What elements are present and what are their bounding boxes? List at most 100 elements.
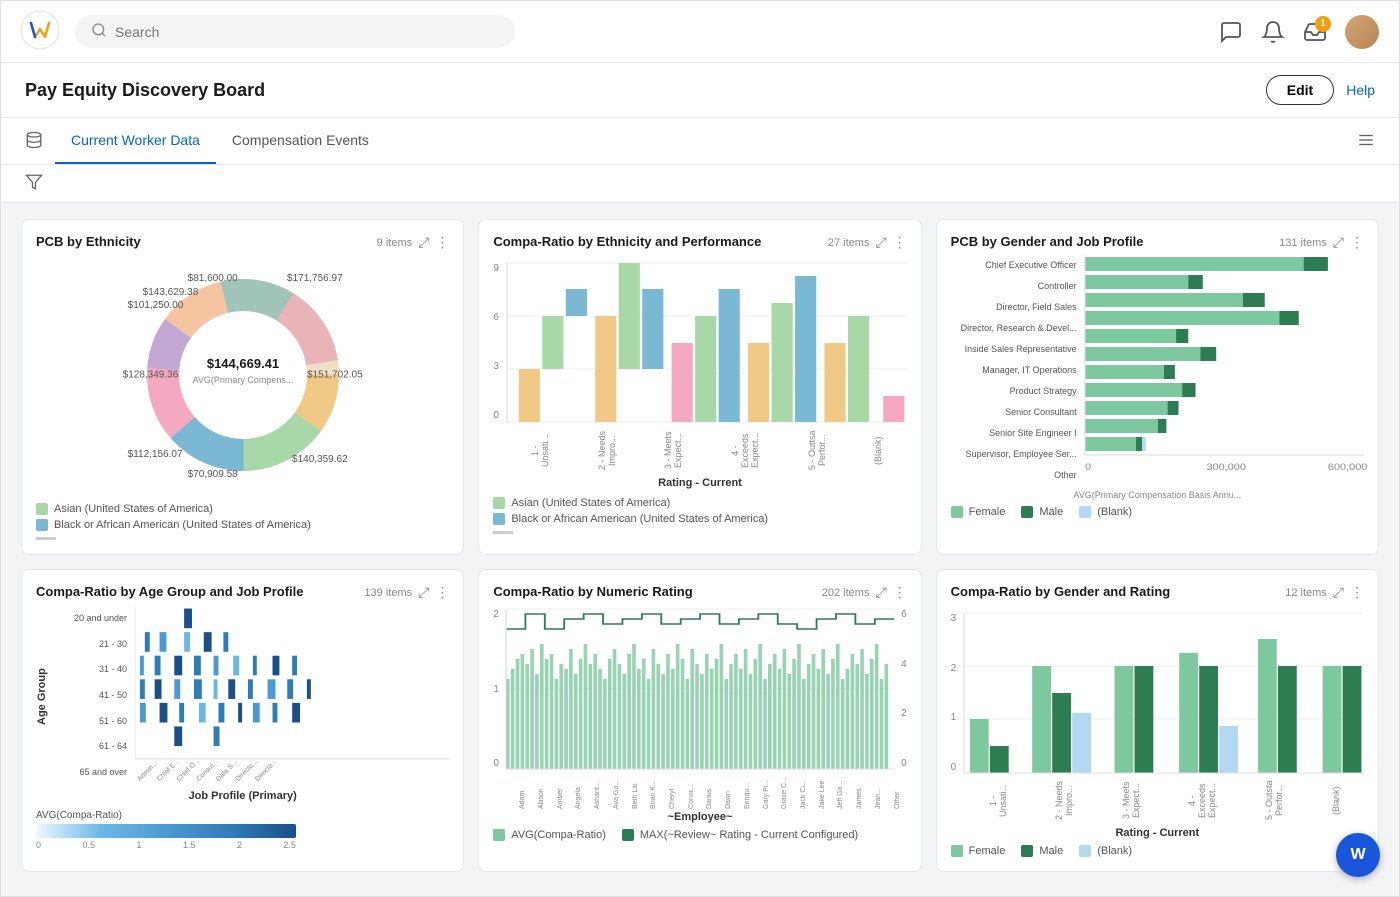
compa-numeric-chart: 210 xyxy=(493,605,906,823)
hbar-svg: 0 300,000 600,000 xyxy=(1085,255,1364,485)
pcb-gender-expand[interactable]: ⤢ xyxy=(1333,234,1344,251)
legend-label-asian: Asian (United States of America) xyxy=(54,503,213,515)
page-title: Pay Equity Discovery Board xyxy=(25,80,265,101)
compa-numeric-more[interactable]: ⋮ xyxy=(893,584,907,601)
search-input[interactable] xyxy=(115,24,499,40)
compa-ethnicity-x-title: Rating - Current xyxy=(493,477,906,489)
header-actions: Edit Help xyxy=(1266,75,1375,105)
compa-gender-x-title: Rating - Current xyxy=(951,827,1364,839)
filter-bar xyxy=(1,165,1399,203)
inbox-icon[interactable]: 1 xyxy=(1303,20,1327,44)
top-nav: 1 xyxy=(1,1,1399,63)
ring-label-tl2: $143,629.38 xyxy=(143,287,199,298)
ring-label-r: $151,702.05 xyxy=(307,370,363,381)
legend-dot-asian xyxy=(36,503,48,515)
tab-current-worker-data[interactable]: Current Worker Data xyxy=(55,118,216,164)
compa-numeric-expand[interactable]: ⤢ xyxy=(875,584,886,601)
pcb-gender-title: PCB by Gender and Job Profile xyxy=(951,234,1144,249)
pcb-ethnicity-card: PCB by Ethnicity 9 items ⤢ ⋮ xyxy=(21,219,464,555)
compa-age-count: 139 items xyxy=(364,587,412,599)
compa-numeric-legend: AVG(Compa-Ratio) MAX(~Review~ Rating - C… xyxy=(493,829,906,841)
pcb-gender-card: PCB by Gender and Job Profile 131 items … xyxy=(936,219,1379,555)
nav-right: 1 xyxy=(1219,15,1379,49)
compa-age-card: Compa-Ratio by Age Group and Job Profile… xyxy=(21,569,464,872)
ring-label-l2: $101,250.00 xyxy=(128,300,184,311)
stacked-bar-svg xyxy=(507,263,907,423)
ring-label-tl: $81,600.00 xyxy=(188,273,238,284)
legend-item-asian: Asian (United States of America) xyxy=(36,503,449,515)
y-labels: Chief Executive Officer Controller Direc… xyxy=(951,255,1081,485)
compa-age-chart: Age Group 20 and under 21 - 30 31 - 40 4… xyxy=(36,605,449,802)
ring-label-b: $70,909.58 xyxy=(188,469,238,480)
logo[interactable] xyxy=(21,11,59,52)
compa-ethnicity-card: Compa-Ratio by Ethnicity and Performance… xyxy=(478,219,921,555)
ring-label-bl: $112,156.07 xyxy=(128,449,183,460)
tab-compensation-events[interactable]: Compensation Events xyxy=(216,118,385,164)
compa-numeric-title: Compa-Ratio by Numeric Rating xyxy=(493,584,692,599)
tabs-menu-icon[interactable] xyxy=(1357,131,1375,152)
color-scale: AVG(Compa-Ratio) xyxy=(36,810,449,850)
left-y-axis: 210 xyxy=(493,609,502,769)
pcb-gender-chart: Chief Executive Officer Controller Direc… xyxy=(951,255,1364,500)
edit-button[interactable]: Edit xyxy=(1266,75,1334,105)
compa-ethnicity-expand[interactable]: ⤢ xyxy=(875,234,886,251)
pcb-ethnicity-more[interactable]: ⋮ xyxy=(435,234,449,251)
pcb-gender-x-axis-title: AVG(Primary Compensation Basis Annu... xyxy=(951,490,1364,500)
compa-gender-chart: 3210 xyxy=(951,605,1364,839)
compa-ethnicity-more[interactable]: ⋮ xyxy=(893,234,907,251)
compa-numeric-card: Compa-Ratio by Numeric Rating 202 items … xyxy=(478,569,921,872)
filter-icon[interactable] xyxy=(25,173,43,194)
tab-bar: Current Worker Data Compensation Events xyxy=(1,118,1399,165)
compa-ethnicity-chart: 9630 xyxy=(493,255,906,489)
compa-age-title: Compa-Ratio by Age Group and Job Profile xyxy=(36,584,303,599)
heatmap-svg: Admin... Chief E... Chief O... Consul...… xyxy=(135,605,449,785)
fab-button[interactable]: W xyxy=(1336,833,1380,877)
fab-label: W xyxy=(1350,846,1365,864)
notifications-icon[interactable] xyxy=(1261,20,1285,44)
svg-text:0: 0 xyxy=(1085,463,1092,473)
pcb-ethnicity-legend: Asian (United States of America) Black o… xyxy=(36,503,449,540)
svg-text:Admin...: Admin... xyxy=(136,760,159,783)
pcb-ethnicity-count: 9 items xyxy=(377,237,412,249)
compa-gender-expand[interactable]: ⤢ xyxy=(1333,584,1344,601)
x-labels-gender: 1 - Unsati... 2 - Needs Impro... 3 - Mee… xyxy=(964,778,1364,823)
compa-gender-more[interactable]: ⋮ xyxy=(1350,584,1364,601)
scale-gradient xyxy=(36,824,296,838)
compa-gender-count: 12 items xyxy=(1285,587,1327,599)
compa-ethnicity-title: Compa-Ratio by Ethnicity and Performance xyxy=(493,234,761,249)
charts-grid: PCB by Ethnicity 9 items ⤢ ⋮ xyxy=(21,219,1379,872)
compa-age-expand[interactable]: ⤢ xyxy=(418,584,429,601)
search-bar[interactable] xyxy=(75,15,515,48)
grouped-bar-svg xyxy=(964,613,1364,773)
tabs: Current Worker Data Compensation Events xyxy=(55,118,1357,164)
svg-text:Directo...: Directo... xyxy=(254,758,278,782)
user-avatar[interactable] xyxy=(1345,15,1379,49)
page-header: Pay Equity Discovery Board Edit Help xyxy=(1,63,1399,118)
compa-ethnicity-legend: Asian (United States of America) Black o… xyxy=(493,497,906,534)
inbox-badge: 1 xyxy=(1315,16,1331,32)
pcb-ethnicity-title: PCB by Ethnicity xyxy=(36,234,141,249)
employee-x-labels: Adam Allison Amber Angela Ashant... Ava … xyxy=(513,774,906,809)
svg-text:600,000: 600,000 xyxy=(1328,463,1368,473)
compa-gender-title: Compa-Ratio by Gender and Rating xyxy=(951,584,1171,599)
x-labels: 1 - Unsati... 2 - Needs Impro... 3 - Mee… xyxy=(507,428,907,473)
search-icon xyxy=(91,22,107,41)
svg-text:300,000: 300,000 xyxy=(1206,463,1246,473)
y-axis: 9630 xyxy=(493,263,503,423)
y-axis-title: Age Group xyxy=(36,605,48,788)
right-y-axis: 6420 xyxy=(898,609,907,769)
pcb-ethnicity-expand[interactable]: ⤢ xyxy=(418,234,429,251)
age-labels: 20 and under 21 - 30 31 - 40 41 - 50 51 … xyxy=(56,605,131,785)
database-icon xyxy=(25,131,43,152)
compa-age-more[interactable]: ⋮ xyxy=(435,584,449,601)
legend-item-black: Black or African American (United States… xyxy=(36,519,449,531)
compa-age-x-title: Job Profile (Primary) xyxy=(36,790,449,802)
chat-icon[interactable] xyxy=(1219,20,1243,44)
help-link[interactable]: Help xyxy=(1346,82,1375,98)
svg-text:AVG(Primary Compens...: AVG(Primary Compens... xyxy=(192,375,293,385)
pcb-gender-more[interactable]: ⋮ xyxy=(1350,234,1364,251)
compa-numeric-x-title: ~Employee~ xyxy=(493,811,906,823)
legend-dot-black xyxy=(36,519,48,531)
pcb-gender-legend: Female Male (Blank) xyxy=(951,506,1364,518)
dashboard: PCB by Ethnicity 9 items ⤢ ⋮ xyxy=(1,203,1399,896)
